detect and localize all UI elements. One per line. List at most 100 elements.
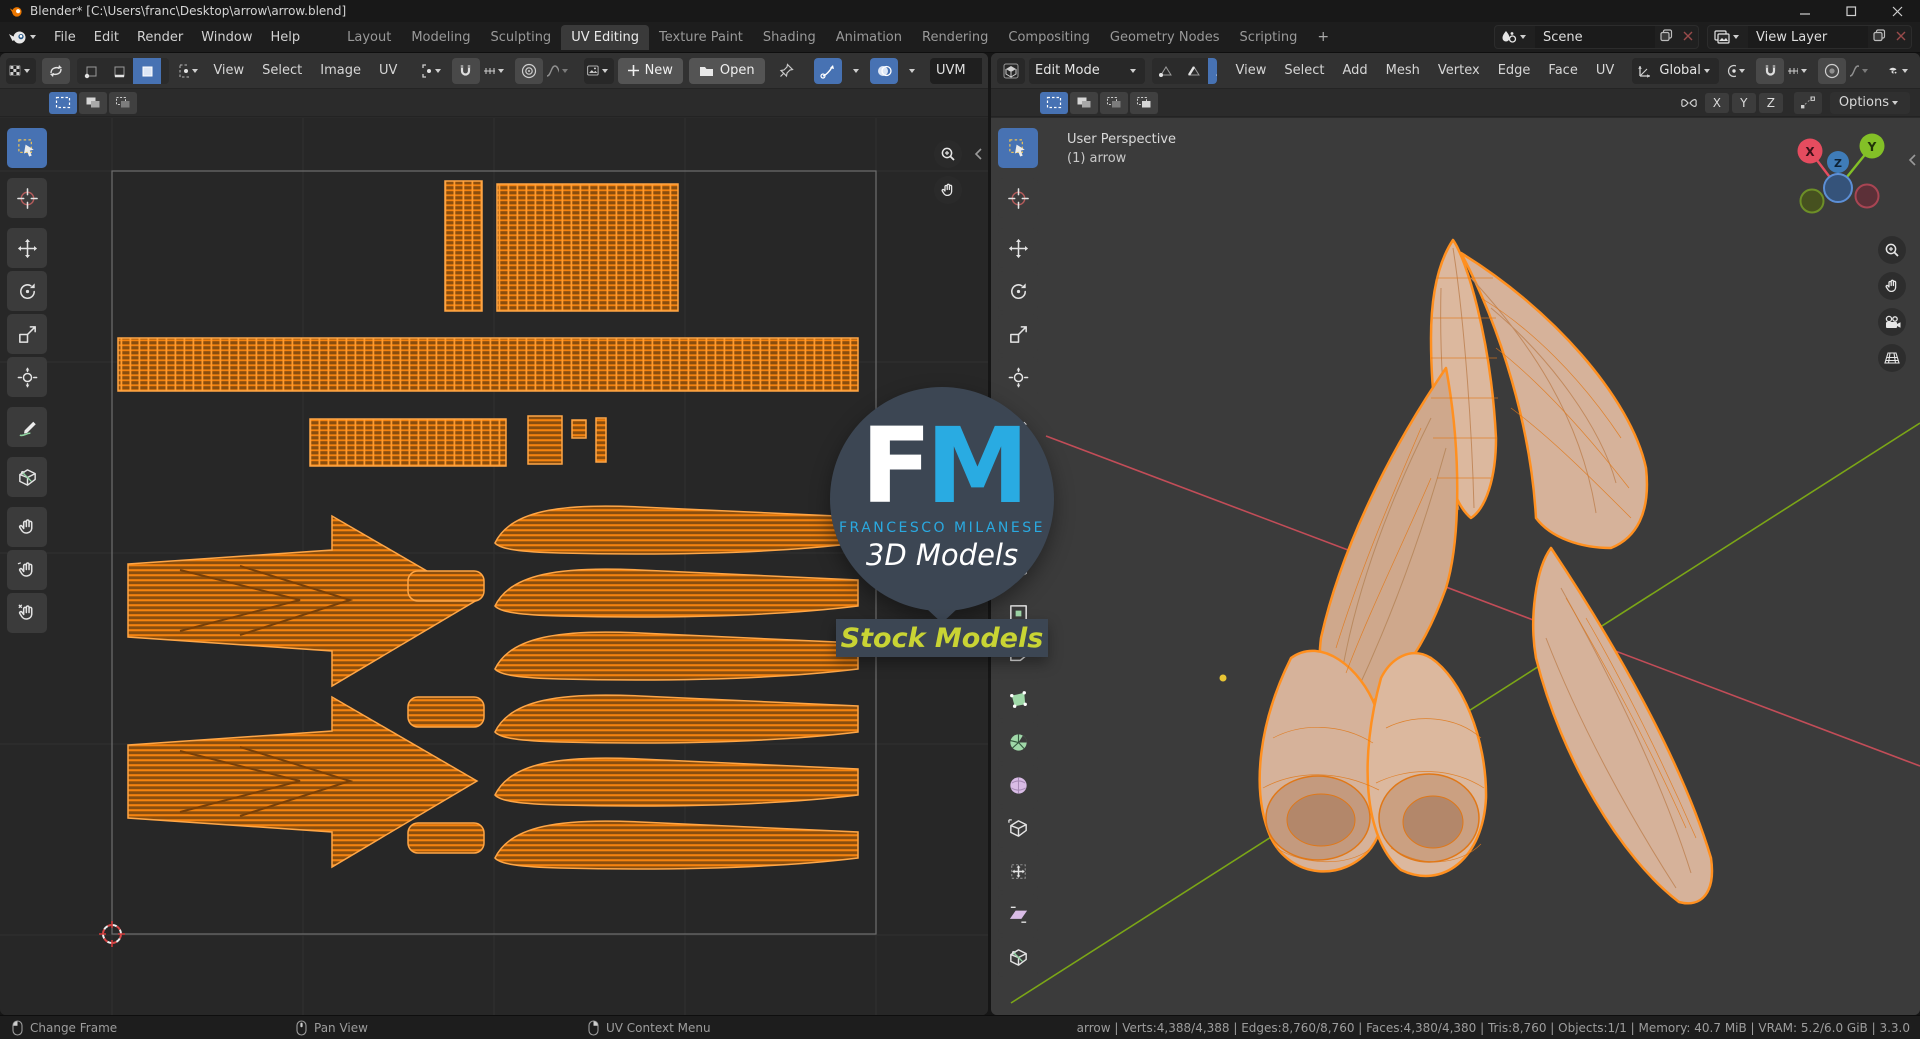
uv-select-island-button[interactable]: [161, 58, 169, 84]
edge-slide-tool[interactable]: [998, 808, 1038, 848]
shrink-fatten-tool[interactable]: [998, 851, 1038, 891]
new-image-button[interactable]: New: [617, 57, 683, 84]
cursor-tool[interactable]: [998, 178, 1038, 218]
close-button[interactable]: [1874, 0, 1920, 22]
move-tool[interactable]: [7, 228, 47, 268]
workspace-tab-modeling[interactable]: Modeling: [401, 25, 480, 50]
menu-file[interactable]: File: [45, 26, 85, 49]
vp-falloff-dropdown[interactable]: [1846, 58, 1875, 84]
pin-image-button[interactable]: [773, 58, 801, 84]
face-select-button[interactable]: [1208, 57, 1217, 84]
transform-orientation-dropdown[interactable]: Global: [1632, 57, 1719, 84]
uv-menu-uv[interactable]: UV: [370, 59, 406, 82]
blender-menu-button[interactable]: [8, 30, 39, 45]
rotate-tool[interactable]: [998, 271, 1038, 311]
uv-menu-select[interactable]: Select: [253, 59, 311, 82]
vp-snap-toggle[interactable]: [1756, 57, 1785, 84]
rip-region-tool[interactable]: [7, 457, 47, 497]
annotate-tool[interactable]: [7, 407, 47, 447]
uv-select-vertex-button[interactable]: [77, 58, 105, 84]
select-extend-button[interactable]: [79, 91, 107, 114]
tweak-tool[interactable]: [7, 128, 47, 168]
scale-tool[interactable]: [998, 314, 1038, 354]
move-tool[interactable]: [998, 228, 1038, 268]
editor-type-dropdown[interactable]: [6, 57, 36, 84]
mode-dropdown[interactable]: Edit Mode: [1029, 57, 1145, 84]
view-layer-browse-button[interactable]: [1708, 26, 1748, 48]
rotate-tool[interactable]: [7, 271, 47, 311]
workspace-tab-layout[interactable]: Layout: [337, 25, 401, 50]
vp-select-subtract-button[interactable]: [1100, 91, 1128, 114]
uv-pan-button[interactable]: [934, 176, 962, 204]
remove-view-layer-button[interactable]: [1891, 30, 1911, 45]
mirror-toggle[interactable]: [1675, 92, 1703, 114]
vp-menu-face[interactable]: Face: [1539, 59, 1586, 82]
open-image-button[interactable]: Open: [688, 57, 765, 84]
vertex-select-button[interactable]: [1152, 58, 1180, 84]
vp-menu-view[interactable]: View: [1227, 59, 1276, 82]
workspace-tab-uv-editing[interactable]: UV Editing: [561, 24, 650, 50]
workspace-tab-rendering[interactable]: Rendering: [912, 25, 998, 50]
vp-proportional-edit-toggle[interactable]: [1817, 57, 1846, 84]
vp-snap-settings-dropdown[interactable]: [1784, 58, 1813, 84]
vp-perspective-toggle-button[interactable]: [1878, 344, 1906, 372]
select-new-button[interactable]: [49, 91, 77, 114]
new-view-layer-button[interactable]: [1868, 28, 1891, 46]
vp-menu-select[interactable]: Select: [1275, 59, 1333, 82]
rip-region-tool[interactable]: [998, 937, 1038, 977]
vp-menu-add[interactable]: Add: [1334, 59, 1377, 82]
vp-sidebar-toggle[interactable]: [1908, 154, 1916, 170]
relax-tool[interactable]: [7, 550, 47, 590]
vp-select-intersect-button[interactable]: [1130, 91, 1158, 114]
vp-menu-mesh[interactable]: Mesh: [1377, 59, 1429, 82]
tweak-tool[interactable]: [998, 128, 1038, 168]
workspace-tab-compositing[interactable]: Compositing: [998, 25, 1100, 50]
scene-name[interactable]: Scene: [1535, 26, 1655, 48]
uv-map-field[interactable]: UVM: [929, 57, 982, 84]
viewport-editor-type-dropdown[interactable]: [997, 57, 1025, 84]
snap-toggle[interactable]: [451, 57, 480, 84]
vp-menu-uv[interactable]: UV: [1587, 59, 1623, 82]
vp-menu-vertex[interactable]: Vertex: [1429, 59, 1489, 82]
menu-render[interactable]: Render: [128, 26, 192, 49]
shear-tool[interactable]: [998, 894, 1038, 934]
uv-overlays-toggle[interactable]: [869, 57, 898, 84]
mirror-y-button[interactable]: Y: [1731, 92, 1756, 113]
select-subtract-button[interactable]: [109, 91, 137, 114]
snap-individual-toggle[interactable]: [1793, 91, 1822, 114]
add-workspace-button[interactable]: +: [1307, 25, 1339, 49]
minimize-button[interactable]: [1782, 0, 1828, 22]
poly-build-tool[interactable]: [998, 679, 1038, 719]
vp-pivot-dropdown[interactable]: [1723, 58, 1751, 84]
uv-menu-view[interactable]: View: [204, 59, 253, 82]
transform-tool[interactable]: [7, 357, 47, 397]
delete-scene-button[interactable]: [1678, 30, 1698, 45]
mirror-z-button[interactable]: Z: [1758, 92, 1783, 113]
viewport-canvas[interactable]: User Perspective (1) arrow X Y Z: [991, 118, 1920, 1015]
vp-select-new-button[interactable]: [1040, 91, 1068, 114]
uv-sync-select-toggle[interactable]: [42, 57, 71, 84]
scale-tool[interactable]: [7, 314, 47, 354]
maximize-button[interactable]: [1828, 0, 1874, 22]
proportional-edit-toggle[interactable]: [515, 57, 544, 84]
mirror-x-button[interactable]: X: [1704, 92, 1729, 113]
workspace-tab-shading[interactable]: Shading: [753, 25, 826, 50]
workspace-tab-geometry-nodes[interactable]: Geometry Nodes: [1100, 25, 1230, 50]
uv-overlays-dropdown[interactable]: [898, 58, 926, 84]
new-scene-button[interactable]: [1655, 28, 1678, 46]
visibility-dropdown[interactable]: [1885, 58, 1914, 84]
vp-pan-button[interactable]: [1878, 272, 1906, 300]
sticky-select-dropdown[interactable]: [175, 58, 204, 84]
cursor-tool[interactable]: [7, 178, 47, 218]
vp-camera-view-button[interactable]: [1878, 308, 1906, 336]
uv-gizmos-toggle[interactable]: [813, 57, 842, 84]
scene-browse-button[interactable]: [1495, 26, 1535, 48]
snap-settings-dropdown[interactable]: [480, 58, 511, 84]
smooth-tool[interactable]: [998, 765, 1038, 805]
edge-select-button[interactable]: [1180, 58, 1208, 84]
vp-menu-edge[interactable]: Edge: [1489, 59, 1540, 82]
vp-zoom-button[interactable]: [1878, 236, 1906, 264]
uv-menu-image[interactable]: Image: [311, 59, 370, 82]
workspace-tab-sculpting[interactable]: Sculpting: [480, 25, 561, 50]
uv-select-edge-button[interactable]: [105, 58, 133, 84]
